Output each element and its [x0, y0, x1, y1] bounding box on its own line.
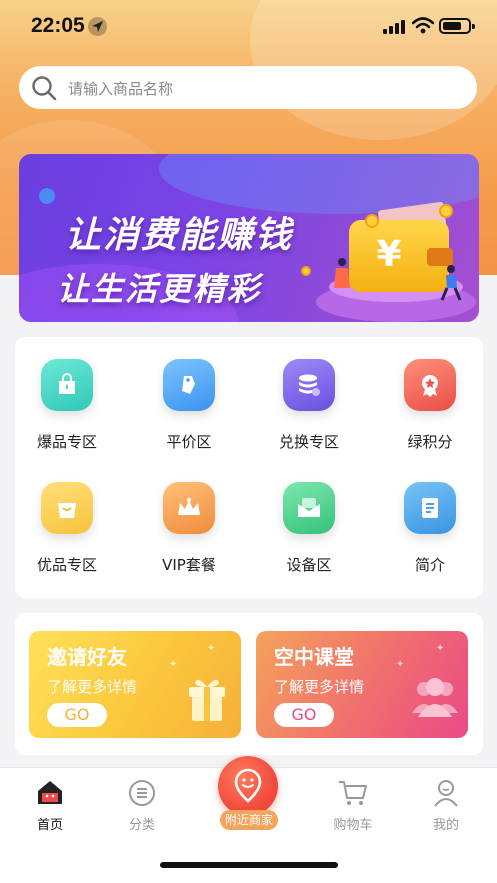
category-label: 优品专区: [36, 556, 97, 574]
tab-cart[interactable]: 购物车: [313, 778, 393, 833]
category-label: 爆品专区: [36, 433, 97, 451]
status-time: 22:05: [31, 14, 85, 37]
promo-section: ✦ ✦ 邀请好友 了解更多详情 GO ✦ ✦ 空中课堂 了解更多详情 GO: [15, 613, 483, 755]
status-bar: 22:05: [0, 0, 497, 54]
banner-subheadline: 让生活更精彩: [57, 270, 262, 308]
tab-label: 分类: [128, 818, 155, 833]
search-icon: [31, 75, 57, 105]
tab-label: 首页: [36, 818, 63, 833]
category-item[interactable]: VIP套餐: [139, 482, 239, 575]
promo-title: 邀请好友: [47, 645, 127, 669]
runner-icon: [440, 265, 462, 301]
go-button[interactable]: GO: [274, 703, 334, 727]
category-icon: [129, 780, 155, 806]
category-grid: 爆品专区 平价区 兑换专区 绿积分 优品专区 VIP套餐 设备区 简介: [15, 337, 483, 598]
banner-headline: 让消费能赚钱: [65, 215, 294, 256]
go-button[interactable]: GO: [47, 703, 107, 727]
shopping-cart-icon: [339, 781, 367, 805]
mail-box-icon: [283, 482, 335, 534]
category-label: 设备区: [286, 556, 332, 574]
tab-home[interactable]: 首页: [10, 778, 90, 833]
person-icon: [334, 258, 350, 288]
location-arrow-icon: [88, 17, 107, 36]
category-item[interactable]: 设备区: [259, 482, 359, 575]
battery-icon: [439, 18, 475, 34]
tab-label: 我的: [432, 818, 459, 833]
promo-subtitle: 了解更多详情: [274, 678, 365, 696]
user-profile-icon: [434, 780, 458, 807]
category-item[interactable]: 优品专区: [17, 482, 117, 575]
search-bar[interactable]: 请输入商品名称: [19, 66, 477, 109]
tab-mine[interactable]: 我的: [406, 778, 486, 833]
wallet-icon: ¥: [349, 220, 453, 292]
tab-label: 购物车: [333, 818, 373, 833]
price-tag-icon: [163, 359, 215, 411]
cellular-signal-icon: [383, 19, 405, 34]
coin-stack-icon: [283, 359, 335, 411]
promo-subtitle: 了解更多详情: [47, 678, 138, 696]
category-label: 简介: [414, 556, 445, 574]
category-item[interactable]: 爆品专区: [17, 359, 117, 452]
tab-category[interactable]: 分类: [102, 778, 182, 833]
promo-title: 空中课堂: [274, 645, 354, 669]
nearby-merchants-button[interactable]: [218, 756, 278, 816]
nearby-merchants-label[interactable]: 附近商家: [220, 810, 278, 830]
banner-yen-symbol: ¥: [376, 234, 402, 275]
crown-icon: [163, 482, 215, 534]
home-icon: [38, 781, 62, 804]
category-label: VIP套餐: [162, 556, 216, 574]
category-item[interactable]: 兑换专区: [259, 359, 359, 452]
document-icon: [404, 482, 456, 534]
category-item[interactable]: 简介: [380, 482, 480, 575]
gift-icon: [185, 673, 229, 727]
tote-bag-icon: [41, 482, 93, 534]
location-pin-icon: [234, 768, 262, 803]
category-label: 平价区: [166, 433, 212, 451]
online-classroom-card[interactable]: ✦ ✦ 空中课堂 了解更多详情 GO: [256, 631, 468, 738]
search-input[interactable]: 请输入商品名称: [68, 78, 173, 99]
shopping-bag-icon: [41, 359, 93, 411]
category-label: 兑换专区: [278, 433, 339, 451]
people-icon: [410, 675, 460, 723]
promo-banner[interactable]: 让消费能赚钱 让生活更精彩 ¥: [19, 154, 479, 322]
badge-icon: [404, 359, 456, 411]
wifi-icon: [411, 17, 435, 38]
category-item[interactable]: 绿积分: [380, 359, 480, 452]
category-label: 绿积分: [407, 433, 453, 451]
invite-friends-card[interactable]: ✦ ✦ 邀请好友 了解更多详情 GO: [29, 631, 241, 738]
category-item[interactable]: 平价区: [139, 359, 239, 452]
home-indicator[interactable]: [160, 862, 338, 868]
